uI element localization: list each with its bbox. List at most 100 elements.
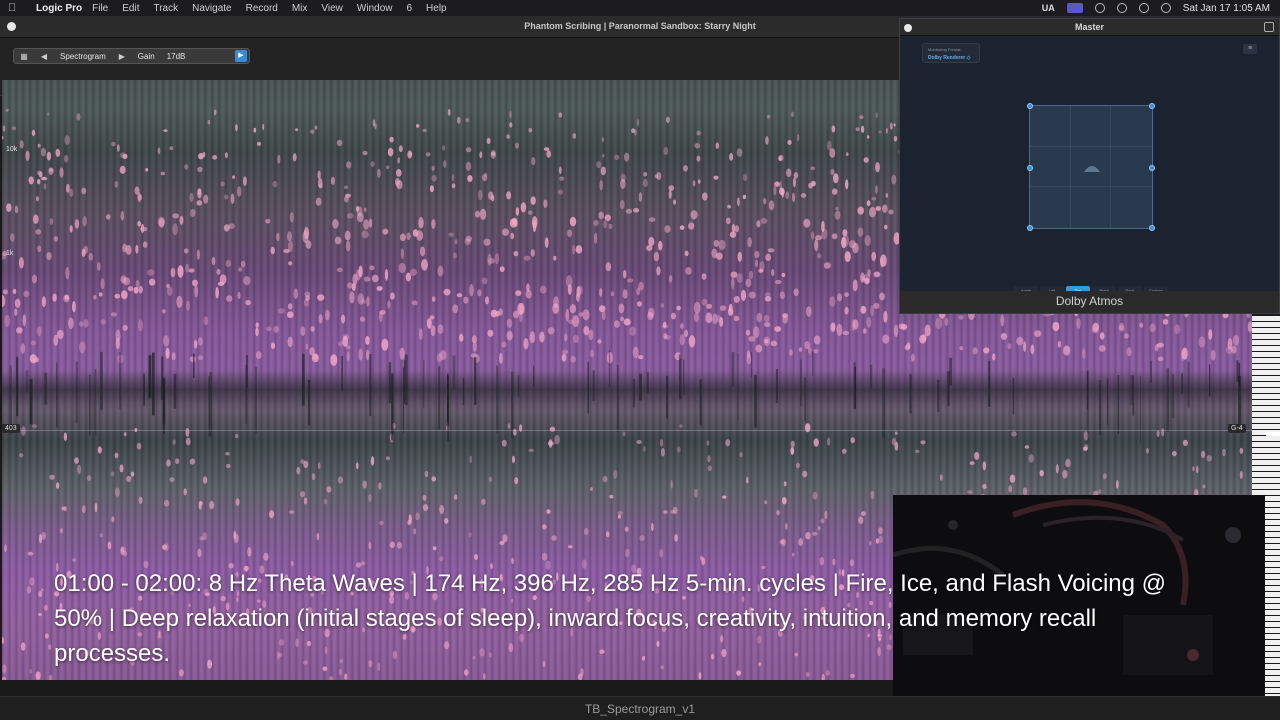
side-handle-right[interactable]: [1149, 165, 1155, 171]
play-icon[interactable]: ▶: [235, 50, 247, 62]
spectrogram-speckle: [541, 552, 548, 561]
prev-arrow-icon[interactable]: ◀: [34, 52, 54, 61]
corner-handle-bottom-right[interactable]: [1149, 225, 1155, 231]
spectrogram-speckle: [193, 339, 198, 349]
corner-handle-bottom-left[interactable]: [1027, 225, 1033, 231]
spectrogram-speckle: [444, 518, 449, 524]
spectrogram-speckle: [482, 673, 486, 680]
screen-share-icon[interactable]: [1066, 3, 1083, 13]
spectrogram-speckle: [273, 325, 280, 333]
spectrogram-speckle: [1098, 489, 1102, 494]
spectrogram-speckle: [374, 123, 377, 130]
spectrogram-speckle: [783, 481, 787, 487]
wifi-icon[interactable]: [1116, 3, 1127, 13]
spectrogram-speckle: [121, 290, 128, 300]
spectrogram-speckle: [860, 305, 867, 314]
spectrogram-speckle: [722, 495, 727, 499]
spectrogram-speckle: [532, 220, 537, 233]
spectrogram-speckle: [802, 470, 808, 478]
expand-icon[interactable]: [1264, 22, 1274, 32]
menu-view[interactable]: View: [321, 3, 343, 14]
spectrogram-speckle: [194, 285, 199, 298]
gain-value[interactable]: 17dB: [161, 52, 192, 61]
side-handle-left[interactable]: [1027, 165, 1033, 171]
grid-icon[interactable]: ▦: [14, 52, 34, 61]
panel-menu-icon[interactable]: ≡: [1243, 44, 1257, 54]
spectrogram-speckle: [787, 140, 792, 145]
menu-help[interactable]: Help: [426, 3, 447, 14]
spectrogram-speckle: [36, 326, 42, 337]
menu-6[interactable]: 6: [406, 3, 412, 14]
menu-navigate[interactable]: Navigate: [192, 3, 231, 14]
spectrogram-speckle: [111, 141, 116, 147]
next-arrow-icon[interactable]: ▶: [112, 52, 132, 61]
spectrogram-streak: [1150, 360, 1152, 383]
spectrogram-speckle: [972, 347, 978, 355]
search-icon[interactable]: [1138, 3, 1149, 13]
spectrogram-speckle: [235, 433, 239, 439]
listener-icon: [1084, 166, 1100, 172]
spectrogram-speckle: [572, 334, 579, 343]
menu-edit[interactable]: Edit: [122, 3, 139, 14]
spectrogram-speckle: [37, 245, 42, 253]
spectrogram-speckle: [507, 423, 511, 429]
app-menu[interactable]: Logic Pro: [36, 3, 82, 14]
spectrogram-speckle: [25, 150, 30, 161]
spectrogram-speckle: [567, 229, 573, 238]
spectrogram-speckle: [172, 223, 179, 236]
room-view[interactable]: [1027, 103, 1155, 231]
view-mode-label[interactable]: Spectrogram: [54, 52, 112, 61]
spectrogram-speckle: [111, 516, 115, 523]
menu-clock[interactable]: Sat Jan 17 1:05 AM: [1183, 3, 1270, 14]
spectrogram-speckle: [376, 286, 383, 291]
spectrogram-speckle: [199, 536, 204, 541]
spectrogram-streak: [25, 370, 29, 393]
spectrogram-speckle: [698, 672, 702, 680]
spectrogram-speckle: [763, 322, 771, 328]
network-icon[interactable]: [1094, 3, 1105, 13]
menu-file[interactable]: File: [92, 3, 108, 14]
spectrogram-speckle: [64, 294, 69, 300]
spectrogram-speckle: [35, 229, 42, 235]
spectrogram-streak: [29, 378, 33, 425]
spectrogram-speckle: [875, 206, 882, 211]
spectrogram-speckle: [785, 523, 788, 530]
menu-mix[interactable]: Mix: [292, 3, 308, 14]
spectrogram-speckle: [888, 209, 894, 215]
spectrogram-speckle: [88, 252, 94, 261]
spectrogram-speckle: [295, 128, 299, 132]
spectrogram-speckle: [318, 183, 323, 189]
spectrogram-speckle: [303, 497, 308, 505]
corner-handle-top-left[interactable]: [1027, 103, 1033, 109]
spectrogram-speckle: [520, 202, 527, 213]
menu-record[interactable]: Record: [246, 3, 278, 14]
spectrogram-speckle: [598, 211, 604, 220]
spectrogram-speckle: [437, 324, 444, 334]
spectrogram-speckle: [614, 154, 620, 160]
spectrogram-speckle: [642, 178, 648, 188]
spectrogram-speckle: [362, 150, 368, 156]
monitoring-format-value: Dolby Renderer ◇: [928, 55, 971, 61]
spectrogram-speckle: [138, 496, 143, 504]
spectrogram-speckle: [821, 220, 825, 233]
spectrogram-speckle: [203, 316, 209, 326]
spectrogram-speckle: [41, 296, 47, 308]
spectrogram-streak: [246, 355, 248, 388]
spectrogram-speckle: [107, 541, 112, 550]
monitoring-format-select[interactable]: Monitoring Format Dolby Renderer ◇: [922, 43, 980, 63]
menu-window[interactable]: Window: [357, 3, 393, 14]
spectrogram-speckle: [765, 136, 769, 145]
spectrogram-speckle: [593, 232, 598, 244]
spectrogram-speckle: [820, 518, 825, 524]
control-center-icon[interactable]: [1160, 3, 1171, 13]
spectrogram-speckle: [1126, 347, 1132, 357]
spectrogram-streak: [75, 361, 78, 424]
spectrogram-speckle: [935, 317, 943, 329]
apple-icon[interactable]: : [8, 2, 22, 14]
spectrogram-speckle: [465, 118, 470, 123]
menu-track[interactable]: Track: [153, 3, 178, 14]
input-source-indicator[interactable]: UA: [1042, 3, 1055, 13]
spectrogram-speckle: [672, 506, 678, 515]
corner-handle-top-right[interactable]: [1149, 103, 1155, 109]
spectrogram-speckle: [162, 309, 166, 314]
